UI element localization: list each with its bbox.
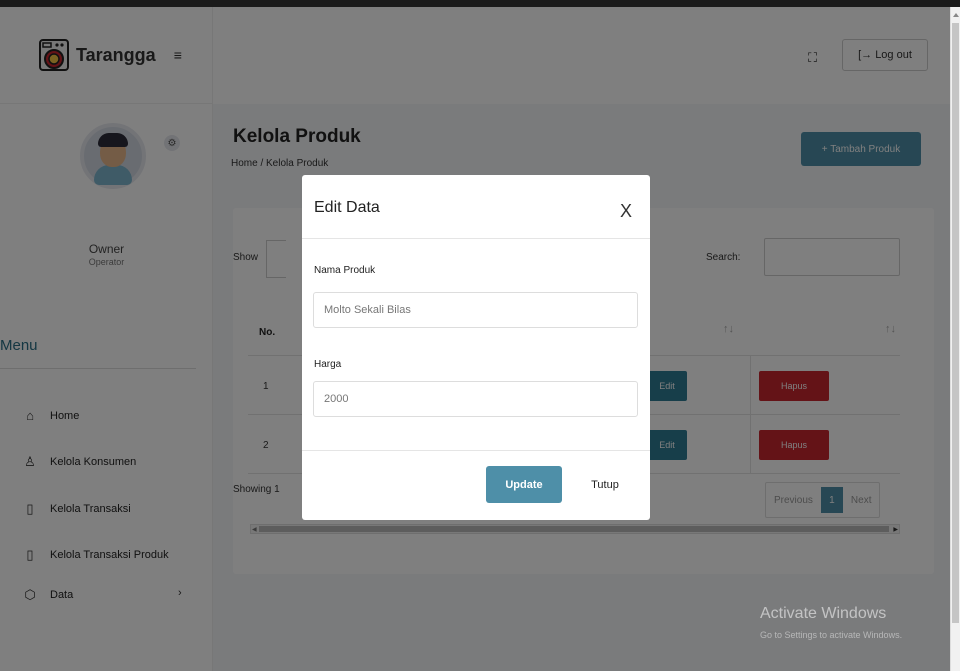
page-vertical-scrollbar[interactable]: [950, 7, 960, 671]
price-label: Harga: [314, 359, 342, 370]
activate-windows-title: Activate Windows: [760, 605, 887, 622]
scroll-up-arrow-icon[interactable]: [953, 13, 959, 17]
modal-title: Edit Data: [314, 199, 380, 216]
modal-header-divider: [302, 238, 650, 239]
update-button[interactable]: Update: [486, 466, 562, 503]
modal-footer-divider: [302, 450, 650, 451]
scroll-thumb[interactable]: [952, 23, 959, 623]
price-input[interactable]: 2000: [313, 381, 638, 417]
close-button[interactable]: Tutup: [578, 466, 632, 503]
edit-data-modal: Edit Data X Nama Produk Molto Sekali Bil…: [302, 175, 650, 520]
close-icon[interactable]: X: [620, 201, 632, 222]
activate-windows-subtitle: Go to Settings to activate Windows.: [760, 630, 903, 640]
window-top-border: [0, 0, 960, 7]
product-name-label: Nama Produk: [314, 265, 376, 276]
product-name-input[interactable]: Molto Sekali Bilas: [313, 292, 638, 328]
